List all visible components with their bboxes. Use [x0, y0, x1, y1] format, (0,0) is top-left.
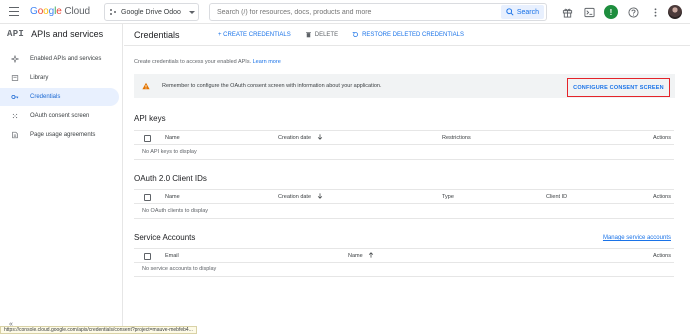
search-bar: Search: [209, 3, 547, 21]
search-button[interactable]: Search: [500, 5, 544, 19]
column-creation-date[interactable]: Creation date: [278, 135, 311, 141]
main-content: Credentials + CREATE CREDENTIALS DELETE …: [124, 24, 690, 334]
sidebar-item-library[interactable]: Library: [0, 69, 122, 87]
create-credentials-button[interactable]: + CREATE CREDENTIALS: [218, 32, 291, 38]
divider: [134, 159, 674, 160]
top-bar: Google Cloud Google Drive Odoo Search !: [0, 0, 690, 24]
delete-button[interactable]: DELETE: [305, 31, 338, 38]
arrow-down-icon[interactable]: [317, 134, 323, 142]
learn-more-link[interactable]: Learn more: [253, 59, 281, 65]
sidebar-item-page-usage-agreements[interactable]: Page usage agreements: [0, 126, 122, 144]
sidebar-item-enabled-apis[interactable]: Enabled APIs and services: [0, 50, 122, 68]
column-restrictions[interactable]: Restrictions: [442, 135, 471, 141]
api-keys-empty: No API keys to display: [142, 149, 197, 155]
column-client-id[interactable]: Client ID: [546, 194, 567, 200]
help-icon[interactable]: [624, 3, 642, 21]
notifications-button[interactable]: !: [602, 3, 620, 21]
oauth-empty: No OAuth clients to display: [142, 208, 209, 214]
gift-icon[interactable]: [558, 3, 576, 21]
api-logo-icon: API: [7, 29, 25, 39]
terminal-icon[interactable]: [580, 3, 598, 21]
project-selector[interactable]: Google Drive Odoo: [104, 3, 199, 21]
page-header: Credentials + CREATE CREDENTIALS DELETE …: [124, 24, 690, 46]
avatar[interactable]: [668, 5, 682, 19]
column-actions: Actions: [652, 194, 671, 200]
select-all-checkbox[interactable]: [144, 194, 151, 201]
page-title: Credentials: [134, 29, 180, 40]
arrow-down-icon[interactable]: [317, 193, 323, 201]
column-actions: Actions: [652, 135, 671, 141]
sidebar-item-oauth-consent[interactable]: OAuth consent screen: [0, 107, 122, 125]
service-accounts-empty: No service accounts to display: [142, 266, 217, 272]
hamburger-menu-icon[interactable]: [9, 7, 19, 16]
enabled-apis-icon: [11, 55, 19, 63]
configure-consent-screen-button[interactable]: CONFIGURE CONSENT SCREEN: [567, 78, 670, 97]
column-email[interactable]: Email: [165, 253, 179, 259]
column-actions: Actions: [652, 253, 671, 259]
oauth-table-header: Name Creation date Type Client ID Action…: [134, 189, 674, 204]
project-dots-icon: [110, 8, 117, 16]
agreements-icon: [12, 131, 18, 139]
sidebar-item-credentials[interactable]: Credentials: [0, 88, 119, 106]
status-bar-url: https://console.cloud.google.com/apis/cr…: [0, 326, 197, 334]
arrow-up-icon[interactable]: [368, 252, 374, 260]
column-name[interactable]: Name: [348, 253, 363, 259]
service-accounts-table-header: Email Name Actions: [134, 248, 674, 263]
sidebar: API APIs and services Enabled APIs and s…: [0, 24, 123, 334]
search-input[interactable]: [210, 8, 501, 16]
intro-text: Create credentials to access your enable…: [134, 59, 281, 65]
chevron-down-icon: [188, 10, 195, 14]
service-accounts-title: Service Accounts: [134, 233, 196, 242]
key-icon: [11, 95, 19, 99]
divider: [134, 276, 674, 277]
column-type[interactable]: Type: [442, 194, 454, 200]
project-name: Google Drive Odoo: [121, 8, 181, 16]
notification-badge-icon: !: [604, 5, 618, 19]
oauth-title: OAuth 2.0 Client IDs: [134, 174, 207, 183]
more-vert-icon[interactable]: [646, 3, 664, 21]
warning-text: Remember to configure the OAuth consent …: [162, 83, 382, 89]
sidebar-header: API APIs and services: [7, 29, 103, 39]
column-creation-date[interactable]: Creation date: [278, 194, 311, 200]
manage-service-accounts-link[interactable]: Manage service accounts: [603, 235, 671, 241]
top-icons: !: [558, 3, 690, 21]
trash-icon: [305, 32, 311, 38]
column-name[interactable]: Name: [165, 194, 180, 200]
select-all-checkbox[interactable]: [144, 135, 151, 142]
api-keys-title: API keys: [134, 114, 166, 123]
select-all-checkbox[interactable]: [144, 253, 151, 260]
consent-icon: [12, 113, 18, 119]
search-icon: [506, 8, 514, 16]
column-name[interactable]: Name: [165, 135, 180, 141]
restore-icon: [352, 32, 359, 37]
google-cloud-logo[interactable]: Google Cloud: [30, 6, 90, 17]
api-keys-table-header: Name Creation date Restrictions Actions: [134, 130, 674, 145]
restore-deleted-button[interactable]: RESTORE DELETED CREDENTIALS: [352, 31, 464, 38]
warning-icon: [142, 82, 150, 90]
sidebar-title: APIs and services: [31, 29, 104, 39]
divider: [134, 218, 674, 219]
library-icon: [11, 75, 19, 81]
